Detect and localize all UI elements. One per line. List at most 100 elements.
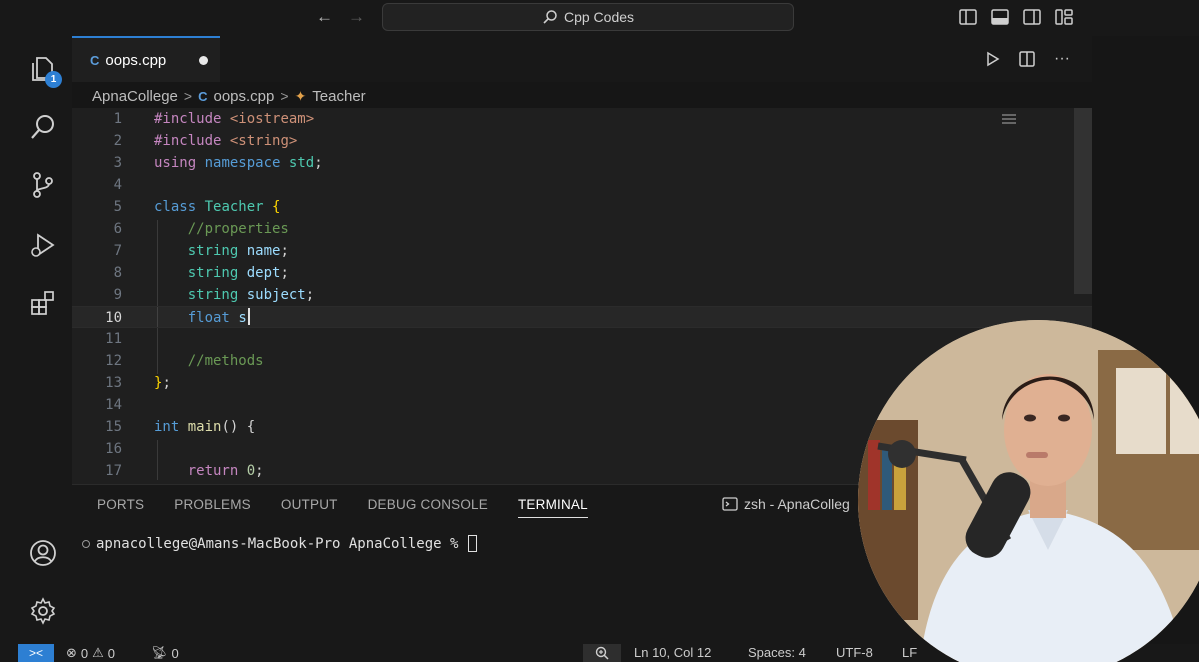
code-line[interactable]: 2 #include <string> — [72, 130, 1092, 152]
line-number: 5 — [113, 199, 122, 215]
problems-status[interactable]: ⊗ 0 ⚠ 0 — [66, 645, 115, 661]
line-number: 4 — [113, 177, 122, 193]
title-bar: ← → Cpp Codes — [0, 0, 1199, 36]
breadcrumb-separator: > — [280, 88, 289, 104]
command-status-icon — [82, 539, 90, 548]
extensions-icon[interactable] — [26, 286, 60, 320]
more-actions-button[interactable]: ··· — [1054, 50, 1070, 68]
tab-ports[interactable]: PORTS — [97, 497, 144, 518]
line-number: 14 — [105, 397, 122, 413]
line-number: 12 — [105, 353, 122, 369]
code-line[interactable]: 6 //properties — [72, 218, 1092, 240]
breadcrumb-separator: > — [183, 88, 193, 104]
toggle-panel-icon[interactable] — [990, 7, 1010, 27]
toggle-primary-sidebar-icon[interactable] — [958, 7, 978, 27]
line-number: 7 — [113, 243, 122, 259]
command-center-search[interactable]: Cpp Codes — [382, 3, 794, 31]
line-number: 1 — [113, 111, 122, 127]
error-icon: ⊗ — [66, 645, 77, 660]
line-number: 10 — [105, 310, 122, 326]
antenna-icon: 📡︎ — [151, 645, 168, 660]
explorer-icon[interactable]: 1 — [26, 52, 62, 88]
code-line[interactable]: 1 #include <iostream> — [72, 108, 1092, 130]
line-content: #include <iostream> — [154, 111, 315, 127]
breadcrumb: ApnaCollege > C oops.cpp > ✦ Teacher — [92, 84, 366, 108]
line-content: using namespace std; — [154, 155, 323, 171]
eol-status[interactable]: LF — [902, 645, 917, 660]
line-content: class Teacher { — [154, 199, 281, 215]
accounts-icon[interactable] — [26, 536, 60, 570]
code-line[interactable]: 5 class Teacher { — [72, 196, 1092, 218]
line-content: string name; — [187, 243, 289, 259]
class-symbol-icon: ✦ — [294, 87, 307, 104]
error-count: 0 — [80, 645, 89, 661]
cpp-file-icon: C — [198, 88, 208, 104]
line-number: 8 — [113, 265, 122, 281]
code-line[interactable]: 7 string name; — [72, 240, 1092, 262]
editor-tab-bar: C oops.cpp ··· — [72, 36, 1092, 82]
line-number: 6 — [113, 221, 122, 237]
source-control-icon[interactable] — [26, 168, 60, 202]
code-line[interactable]: 8 string dept; — [72, 262, 1092, 284]
panel-tabs: PORTS PROBLEMS OUTPUT DEBUG CONSOLE TERM… — [97, 497, 588, 518]
tab-debug-console[interactable]: DEBUG CONSOLE — [368, 497, 488, 518]
cursor-position[interactable]: Ln 10, Col 12 — [634, 645, 711, 660]
cpp-file-icon: C — [90, 52, 100, 68]
line-number: 17 — [105, 463, 122, 479]
code-line[interactable]: 11 — [72, 328, 1092, 350]
toggle-secondary-sidebar-icon[interactable] — [1022, 7, 1042, 27]
warning-count: 0 — [107, 645, 116, 661]
zoom-icon — [595, 646, 609, 660]
breadcrumb-symbol[interactable]: Teacher — [312, 88, 365, 105]
settings-gear-icon[interactable] — [26, 594, 60, 628]
ports-count: 0 — [171, 645, 179, 661]
ports-status[interactable]: 📡︎ 0 — [151, 645, 179, 661]
text-cursor — [247, 308, 250, 325]
line-content: #include <string> — [154, 133, 298, 149]
zoom-button[interactable] — [583, 644, 621, 662]
terminal-name: zsh - ApnaColleg — [744, 496, 850, 512]
terminal-output[interactable]: apnacollege@Amans-MacBook-Pro ApnaColleg… — [82, 535, 478, 552]
tab-filename: oops.cpp — [105, 51, 167, 69]
breadcrumb-file[interactable]: oops.cpp — [213, 88, 274, 105]
breadcrumb-folder[interactable]: ApnaCollege — [92, 88, 178, 105]
line-content: int main() { — [154, 419, 256, 435]
customize-layout-icon[interactable] — [1054, 7, 1074, 27]
run-and-debug-icon[interactable] — [26, 228, 60, 262]
line-content: return 0; — [187, 463, 264, 479]
warning-icon: ⚠ — [92, 645, 104, 660]
tab-terminal[interactable]: TERMINAL — [517, 497, 588, 518]
code-line[interactable]: 3 using namespace std; — [72, 152, 1092, 174]
search-icon[interactable] — [26, 110, 60, 144]
line-content: float s — [154, 307, 250, 329]
back-arrow-icon[interactable]: ← — [316, 7, 333, 27]
terminal-icon — [722, 497, 738, 511]
line-content: //methods — [187, 353, 264, 369]
indentation-status[interactable]: Spaces: 4 — [748, 645, 806, 660]
code-line-current[interactable]: 10 float s — [72, 306, 1092, 328]
tab-problems[interactable]: PROBLEMS — [174, 497, 251, 518]
line-number: 2 — [113, 133, 122, 149]
tab-oops-cpp[interactable]: C oops.cpp — [72, 36, 220, 82]
run-code-icon[interactable] — [984, 51, 1000, 67]
explorer-badge: 1 — [45, 71, 62, 88]
encoding-status[interactable]: UTF-8 — [836, 645, 873, 660]
line-content: string dept; — [187, 265, 289, 281]
terminal-prompt: apnacollege@Amans-MacBook-Pro ApnaColleg… — [96, 535, 459, 552]
split-editor-icon[interactable] — [1018, 50, 1036, 68]
line-number: 3 — [113, 155, 122, 171]
code-line[interactable]: 9 string subject; — [72, 284, 1092, 306]
line-number: 13 — [105, 375, 122, 391]
line-number: 15 — [105, 419, 122, 435]
forward-arrow-icon[interactable]: → — [348, 7, 365, 27]
remote-indicator[interactable]: >< — [18, 644, 54, 662]
command-center-label: Cpp Codes — [563, 9, 635, 25]
code-line[interactable]: 4 — [72, 174, 1092, 196]
search-icon — [543, 10, 557, 24]
line-number: 11 — [105, 331, 122, 347]
line-content: }; — [154, 375, 171, 391]
tab-output[interactable]: OUTPUT — [281, 497, 338, 518]
terminal-instance[interactable]: zsh - ApnaColleg — [722, 496, 850, 512]
unsaved-dot-icon[interactable] — [199, 56, 208, 65]
line-number: 9 — [113, 287, 122, 303]
